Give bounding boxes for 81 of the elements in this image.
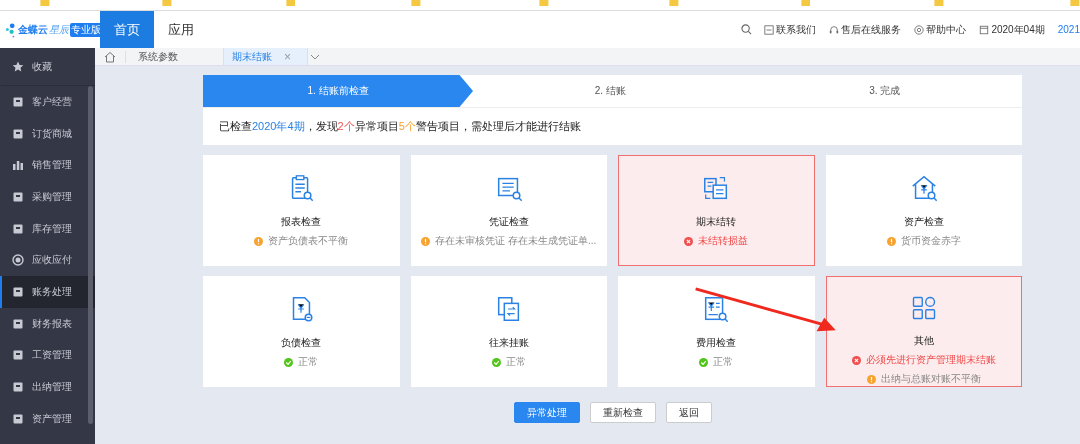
module-icon xyxy=(12,159,24,172)
logo-subtitle: 星辰 xyxy=(49,22,69,37)
check-card[interactable]: 凭证检查 存在未审核凭证 存在未生成凭证单... xyxy=(410,155,607,266)
module-icon xyxy=(12,254,24,267)
check-result: 正常 xyxy=(298,355,319,369)
headset-icon[interactable] xyxy=(829,24,840,35)
year-selector[interactable]: 2021 xyxy=(1057,24,1080,35)
folder-icon[interactable] xyxy=(1070,0,1080,6)
module-icon xyxy=(12,222,24,235)
sidebar-item[interactable]: 客户经营 xyxy=(0,86,95,118)
sidebar-item[interactable]: 出纳管理 xyxy=(0,371,95,403)
action-button[interactable]: 重新检查 xyxy=(589,402,656,423)
card-title: 往来挂账 xyxy=(488,336,529,350)
folder-icon[interactable] xyxy=(539,0,549,6)
folder-icon[interactable] xyxy=(161,0,172,6)
check-card[interactable]: 往来挂账 正常 xyxy=(410,276,607,387)
check-summary: 已检查2020年4期，发现2个异常项目5个警告项目，需处理后才能进行结账 xyxy=(218,119,582,134)
check-result: 正常 xyxy=(505,355,526,369)
card-title: 负债检查 xyxy=(281,336,322,350)
wizard-step: 2. 结账 xyxy=(473,75,748,107)
sidebar-item[interactable]: 财务报表 xyxy=(0,307,95,340)
card-title: 报表检查 xyxy=(281,215,322,229)
sidebar-item[interactable]: 账务处理 xyxy=(0,276,95,308)
sidebar-item[interactable]: 销售管理 xyxy=(0,149,95,182)
module-icon xyxy=(12,381,24,394)
module-icon xyxy=(12,412,24,425)
check-result: 必须先进行资产管理期末结账 xyxy=(865,353,996,367)
check-card[interactable]: 负债检查 正常 xyxy=(203,276,400,387)
wizard-step: 3. 完成 xyxy=(747,75,1022,107)
check-result: 存在未审核凭证 存在未生成凭证单... xyxy=(435,234,597,248)
sidebar-item[interactable]: 应收应付 xyxy=(0,244,95,277)
card-title: 其他 xyxy=(913,334,934,348)
check-result: 货币资金赤字 xyxy=(900,234,961,248)
module-icon xyxy=(12,190,24,203)
check-result: 正常 xyxy=(713,355,734,369)
star-icon xyxy=(12,60,24,73)
folder-icon[interactable] xyxy=(285,0,296,6)
check-card[interactable]: 费用检查 正常 xyxy=(618,276,815,387)
scrollbar[interactable] xyxy=(88,86,93,424)
nav-tab[interactable]: 首页 xyxy=(100,11,154,48)
check-card[interactable]: 其他 必须先进行资产管理期末结账 出纳与总账对账不平衡 xyxy=(825,276,1022,387)
contact-card-icon[interactable] xyxy=(764,24,775,35)
caret-icon[interactable] xyxy=(308,53,322,60)
card-title: 凭证检查 xyxy=(488,215,529,229)
check-card[interactable]: 报表检查 资产负债表不平衡 xyxy=(203,155,400,266)
check-card[interactable]: 资产检查 货币资金赤字 xyxy=(825,155,1022,266)
check-result: 未结转损益 xyxy=(698,234,749,248)
sidebar-item[interactable]: 采购管理 xyxy=(0,181,95,213)
module-icon xyxy=(12,95,24,108)
module-icon xyxy=(12,317,24,330)
sidebar-item[interactable]: 库存管理 xyxy=(0,212,95,245)
header-link[interactable]: 售后在线服务 xyxy=(841,22,902,37)
action-button[interactable]: 异常处理 xyxy=(513,402,580,423)
calendar-icon xyxy=(979,24,990,35)
search-icon[interactable] xyxy=(741,24,753,35)
header-link[interactable]: 帮助中心 xyxy=(926,22,967,37)
sidebar-item[interactable]: 工资管理 xyxy=(0,339,95,372)
folder-icon[interactable] xyxy=(40,0,50,6)
module-icon xyxy=(12,285,24,298)
folder-icon[interactable] xyxy=(934,0,945,6)
card-title: 资产检查 xyxy=(903,215,944,229)
wizard-step: 1. 结账前检查 xyxy=(203,75,473,107)
help-circle-icon[interactable] xyxy=(914,24,925,35)
card-title: 费用检查 xyxy=(696,336,737,350)
module-icon xyxy=(12,349,24,362)
header-link[interactable]: 联系我们 xyxy=(776,22,817,37)
folder-icon[interactable] xyxy=(800,0,811,6)
folder-icon[interactable] xyxy=(411,0,422,6)
accounting-period: 2020年04期 xyxy=(991,22,1045,37)
card-title: 期末结转 xyxy=(696,215,737,229)
edition-badge: 专业版 xyxy=(70,22,102,37)
check-card[interactable]: 期末结转 未结转损益 xyxy=(618,155,815,266)
check-result: 资产负债表不平衡 xyxy=(268,234,349,248)
sidebar-item[interactable]: 订货商城 xyxy=(0,117,95,150)
check-result: 出纳与总账对账不平衡 xyxy=(880,372,981,386)
folder-icon[interactable] xyxy=(668,0,679,6)
logo-text: 金蝶云 xyxy=(18,22,48,37)
action-button[interactable]: 返回 xyxy=(665,402,712,423)
sidebar-item[interactable]: 资产管理 xyxy=(0,402,95,435)
module-icon xyxy=(12,127,24,140)
page-tab[interactable]: 期末结账 × xyxy=(224,48,308,65)
